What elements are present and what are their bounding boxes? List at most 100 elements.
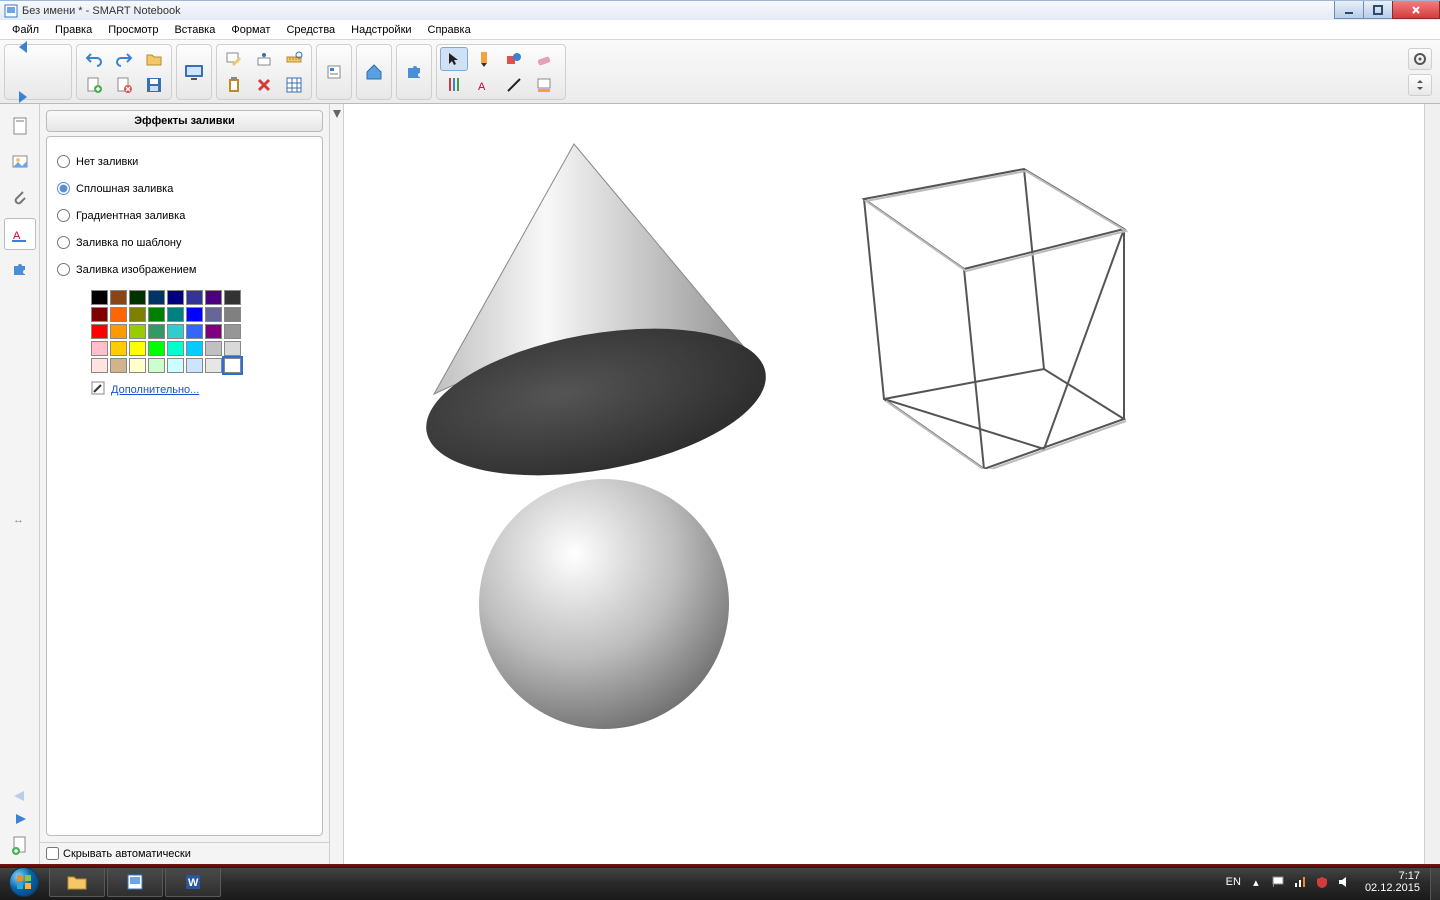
more-colors-link[interactable]: Дополнительно... bbox=[111, 384, 199, 396]
fill-tool[interactable] bbox=[530, 73, 558, 97]
maximize-button[interactable] bbox=[1363, 1, 1393, 19]
color-swatch[interactable] bbox=[91, 341, 108, 356]
network-icon[interactable] bbox=[1293, 875, 1307, 889]
add-page-icon[interactable] bbox=[11, 835, 29, 858]
color-swatch[interactable] bbox=[167, 307, 184, 322]
color-swatch[interactable] bbox=[167, 358, 184, 373]
sphere-shape[interactable] bbox=[474, 474, 734, 734]
color-swatch[interactable] bbox=[224, 290, 241, 305]
color-swatch[interactable] bbox=[205, 307, 222, 322]
color-swatch[interactable] bbox=[186, 341, 203, 356]
properties-button[interactable] bbox=[320, 48, 348, 96]
color-swatch[interactable] bbox=[224, 324, 241, 339]
color-swatch[interactable] bbox=[129, 358, 146, 373]
color-swatch[interactable] bbox=[186, 307, 203, 322]
color-swatch[interactable] bbox=[148, 290, 165, 305]
minimize-button[interactable] bbox=[1334, 1, 1364, 19]
tab-addons[interactable] bbox=[4, 254, 36, 286]
shield-icon[interactable] bbox=[1315, 875, 1329, 889]
undo-button[interactable] bbox=[80, 47, 108, 71]
doc-camera-button[interactable] bbox=[250, 47, 278, 71]
lang-indicator[interactable]: EN bbox=[1226, 876, 1241, 888]
color-swatch[interactable] bbox=[91, 324, 108, 339]
paste-button[interactable] bbox=[220, 73, 248, 97]
menu-edit[interactable]: Правка bbox=[47, 22, 100, 38]
fill-image-option[interactable]: Заливка изображением bbox=[57, 263, 312, 276]
color-swatch[interactable] bbox=[148, 307, 165, 322]
line-tool[interactable] bbox=[500, 73, 528, 97]
color-swatch[interactable] bbox=[205, 290, 222, 305]
colorpicker-icon[interactable] bbox=[91, 381, 105, 398]
color-swatch[interactable] bbox=[224, 307, 241, 322]
color-swatch[interactable] bbox=[205, 358, 222, 373]
menu-help[interactable]: Справка bbox=[420, 22, 479, 38]
color-swatch[interactable] bbox=[91, 358, 108, 373]
color-swatch[interactable] bbox=[148, 358, 165, 373]
color-swatch[interactable] bbox=[110, 358, 127, 373]
settings-gear-button[interactable] bbox=[1408, 48, 1432, 70]
next-page-arrow-icon[interactable] bbox=[10, 812, 30, 829]
prev-page-arrow-icon[interactable] bbox=[10, 789, 30, 806]
show-desktop-button[interactable] bbox=[1430, 864, 1440, 900]
fill-solid-option[interactable]: Сплошная заливка bbox=[57, 182, 312, 195]
color-swatch[interactable] bbox=[129, 307, 146, 322]
new-page-button[interactable] bbox=[80, 73, 108, 97]
pens-tool[interactable] bbox=[440, 73, 468, 97]
menu-format[interactable]: Формат bbox=[223, 22, 278, 38]
redo-button[interactable] bbox=[110, 47, 138, 71]
color-swatch[interactable] bbox=[205, 324, 222, 339]
cone-shape[interactable] bbox=[404, 134, 774, 484]
expand-vertical-button[interactable] bbox=[1408, 74, 1432, 96]
color-swatch[interactable] bbox=[148, 341, 165, 356]
color-swatch[interactable] bbox=[110, 341, 127, 356]
close-button[interactable] bbox=[1392, 1, 1440, 19]
capture-button[interactable] bbox=[220, 47, 248, 71]
color-swatch[interactable] bbox=[110, 290, 127, 305]
tab-properties[interactable]: A bbox=[4, 218, 36, 250]
back-button[interactable] bbox=[8, 23, 38, 71]
tab-attachments[interactable] bbox=[4, 182, 36, 214]
save-button[interactable] bbox=[140, 73, 168, 97]
fill-none-option[interactable]: Нет заливки bbox=[57, 155, 312, 168]
flag-icon[interactable] bbox=[1271, 875, 1285, 889]
tab-page-sorter[interactable] bbox=[4, 110, 36, 142]
ruler-button[interactable] bbox=[280, 47, 308, 71]
color-swatch[interactable] bbox=[224, 341, 241, 356]
collapse-handle-icon[interactable]: ↔ bbox=[13, 514, 24, 526]
vertical-scrollbar[interactable] bbox=[1424, 104, 1440, 864]
auto-hide-checkbox[interactable] bbox=[46, 847, 59, 860]
addons-house-button[interactable] bbox=[360, 48, 388, 96]
start-button[interactable] bbox=[0, 864, 48, 900]
fill-gradient-option[interactable]: Градиентная заливка bbox=[57, 209, 312, 222]
color-swatch[interactable] bbox=[205, 341, 222, 356]
color-swatch[interactable] bbox=[110, 307, 127, 322]
menu-addons[interactable]: Надстройки bbox=[343, 22, 419, 38]
menu-tools[interactable]: Средства bbox=[278, 22, 343, 38]
task-smart-notebook[interactable] bbox=[107, 867, 163, 897]
tab-gallery[interactable] bbox=[4, 146, 36, 178]
menu-view[interactable]: Просмотр bbox=[100, 22, 166, 38]
delete-button[interactable] bbox=[250, 73, 278, 97]
puzzle-button[interactable] bbox=[400, 48, 428, 96]
shape-tool[interactable] bbox=[500, 47, 528, 71]
volume-icon[interactable] bbox=[1337, 875, 1351, 889]
task-word[interactable]: W bbox=[165, 867, 221, 897]
color-swatch[interactable] bbox=[167, 290, 184, 305]
color-swatch[interactable] bbox=[91, 307, 108, 322]
color-swatch[interactable] bbox=[167, 341, 184, 356]
color-swatch[interactable] bbox=[110, 324, 127, 339]
task-explorer[interactable] bbox=[49, 867, 105, 897]
vertical-ruler[interactable] bbox=[330, 104, 344, 864]
pen-tool[interactable] bbox=[470, 47, 498, 71]
color-swatch[interactable] bbox=[186, 358, 203, 373]
color-swatch[interactable] bbox=[129, 341, 146, 356]
canvas[interactable] bbox=[344, 104, 1424, 864]
select-tool[interactable] bbox=[440, 47, 468, 71]
eraser-tool[interactable] bbox=[530, 47, 558, 71]
clock[interactable]: 7:17 02.12.2015 bbox=[1365, 870, 1420, 894]
open-button[interactable] bbox=[140, 47, 168, 71]
color-swatch[interactable] bbox=[148, 324, 165, 339]
fill-pattern-option[interactable]: Заливка по шаблону bbox=[57, 236, 312, 249]
color-swatch[interactable] bbox=[167, 324, 184, 339]
menu-insert[interactable]: Вставка bbox=[166, 22, 223, 38]
